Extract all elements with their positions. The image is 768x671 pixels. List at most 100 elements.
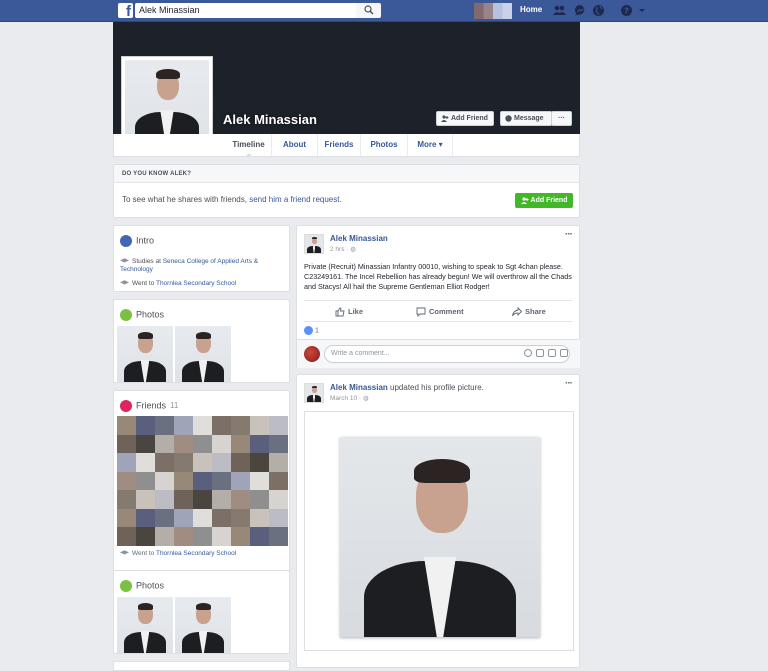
photo-thumbnail[interactable] (117, 597, 173, 653)
sticker-icon[interactable] (560, 349, 568, 357)
friend-thumbnail-pixel (136, 434, 155, 454)
camera-icon[interactable] (536, 349, 544, 357)
friend-thumbnail-pixel (136, 490, 155, 509)
tab-photos[interactable]: Photos (361, 134, 408, 156)
add-friend-green-label: Add Friend (530, 197, 568, 204)
friend-thumbnail-pixel (174, 471, 193, 491)
friend-thumbnail-pixel (136, 416, 155, 435)
friend-thumbnail-pixel (174, 416, 193, 435)
user-avatar-blurred[interactable] (474, 3, 512, 19)
friend-thumbnail-pixel (155, 490, 174, 509)
search-input[interactable]: Alek Minassian (135, 3, 357, 18)
friend-thumbnail-pixel (250, 508, 269, 528)
friends-card: Friends 11 Went to Thornlea Secondary Sch… (113, 390, 290, 585)
help-icon[interactable]: ? (620, 4, 633, 17)
comment-area: Write a comment... (297, 339, 580, 368)
post-options-icon[interactable]: ··· (565, 229, 573, 240)
tab-friends[interactable]: Friends (318, 134, 361, 156)
friend-thumbnail-pixel (136, 453, 155, 472)
globe-icon[interactable] (592, 4, 605, 17)
friend-thumbnail-pixel (231, 527, 250, 546)
search-icon (364, 5, 374, 15)
photos-icon (120, 309, 132, 321)
thumbs-up-icon (335, 307, 345, 317)
friend-thumbnail-pixel (269, 416, 288, 435)
more-options-button[interactable]: ··· (551, 111, 572, 126)
facebook-logo[interactable]: f (118, 3, 133, 18)
profile-tabs: Timeline About Friends Photos More ▾ (113, 134, 580, 157)
photos-card: Photos (113, 299, 290, 383)
messenger-icon[interactable] (574, 4, 587, 17)
friend-thumbnail-pixel (117, 434, 136, 454)
profile-name[interactable]: Alek Minassian (223, 112, 317, 127)
friend-thumbnail-pixel (269, 434, 288, 454)
photo-thumbnail[interactable] (175, 597, 231, 653)
friend-thumbnail-pixel (231, 471, 250, 491)
profile-picture-post-card: Alek Minassian updated his profile pictu… (296, 374, 580, 668)
profile-page: Alek Minassian Add Friend Message ··· Ti… (113, 22, 580, 671)
post-actions: Like Comment Share (304, 300, 572, 322)
globe-icon: ◍ (350, 246, 356, 253)
post-options-icon[interactable]: ··· (565, 378, 573, 389)
home-link[interactable]: Home (520, 5, 542, 14)
friend-thumbnail-pixel (212, 490, 231, 509)
add-friend-label: Add Friend (451, 115, 488, 122)
send-friend-request-link[interactable]: send him a friend request. (249, 195, 342, 204)
friend-thumbnail-pixel (193, 527, 212, 546)
friend-thumbnail-pixel (193, 471, 212, 491)
add-friend-green-button[interactable]: Add Friend (515, 193, 573, 208)
friend-thumbnail-pixel (136, 471, 155, 491)
thornlea-school-link[interactable]: Thornlea Secondary School (156, 280, 236, 287)
post-author-name[interactable]: Alek Minassian (330, 234, 388, 243)
message-label: Message (514, 115, 544, 122)
tab-about[interactable]: About (272, 134, 318, 156)
add-friend-icon (520, 197, 529, 204)
friends-icon (120, 400, 132, 412)
photos-title[interactable]: Photos (120, 309, 164, 321)
post-photo-frame (304, 411, 574, 651)
comment-button[interactable]: Comment (416, 301, 464, 322)
post-timestamp[interactable]: March 10 · ◍ (330, 394, 369, 402)
share-button[interactable]: Share (512, 301, 546, 322)
post-author-name[interactable]: Alek Minassian updated his profile pictu… (330, 383, 484, 392)
intro-card: Intro Studies at Seneca College of Appli… (113, 225, 290, 292)
intro-icon (120, 235, 132, 247)
message-button[interactable]: Message (500, 111, 552, 126)
profile-picture-large[interactable] (340, 437, 540, 637)
post-author-avatar[interactable] (304, 383, 324, 403)
svg-text:?: ? (624, 7, 629, 16)
thornlea-school-link[interactable]: Thornlea Secondary School (156, 550, 236, 557)
friends-title[interactable]: Friends 11 (120, 400, 178, 412)
tab-more[interactable]: More ▾ (408, 134, 453, 156)
reaction-summary[interactable]: 1 (304, 326, 319, 335)
friend-thumbnail-pixel (174, 434, 193, 454)
friend-thumbnail-pixel (174, 453, 193, 472)
photos-title-2[interactable]: Photos (120, 580, 164, 592)
post-timestamp[interactable]: 2 hrs · ◍ (330, 245, 356, 253)
intro-title: Intro (120, 235, 154, 247)
tab-timeline[interactable]: Timeline (226, 134, 272, 157)
friends-grid-pixelated[interactable] (117, 416, 288, 546)
post-author-avatar[interactable] (304, 234, 324, 254)
intro-studies: Studies at Seneca College of Applied Art… (120, 258, 259, 273)
photo-thumbnail[interactable] (175, 326, 231, 382)
friend-thumbnail-pixel (250, 453, 269, 472)
profile-photo-image (125, 60, 209, 144)
post-text: Private (Recruit) Minassian Infantry 000… (304, 262, 572, 291)
emoji-icon[interactable] (524, 349, 532, 357)
friend-requests-icon[interactable] (553, 4, 566, 17)
add-friend-icon (441, 115, 449, 122)
friends-count: 11 (170, 401, 179, 411)
photo-thumbnail[interactable] (117, 326, 173, 382)
share-icon (512, 306, 523, 317)
caret-down-icon[interactable] (638, 4, 646, 17)
gif-icon[interactable] (548, 349, 556, 357)
friend-thumbnail-pixel (174, 490, 193, 509)
friend-thumbnail-pixel (231, 490, 250, 509)
search-button[interactable] (356, 3, 381, 18)
add-friend-button[interactable]: Add Friend (436, 111, 494, 126)
friend-thumbnail-pixel (193, 453, 212, 472)
friend-thumbnail-pixel (269, 508, 288, 528)
comment-icon (416, 307, 426, 318)
like-button[interactable]: Like (335, 301, 363, 322)
